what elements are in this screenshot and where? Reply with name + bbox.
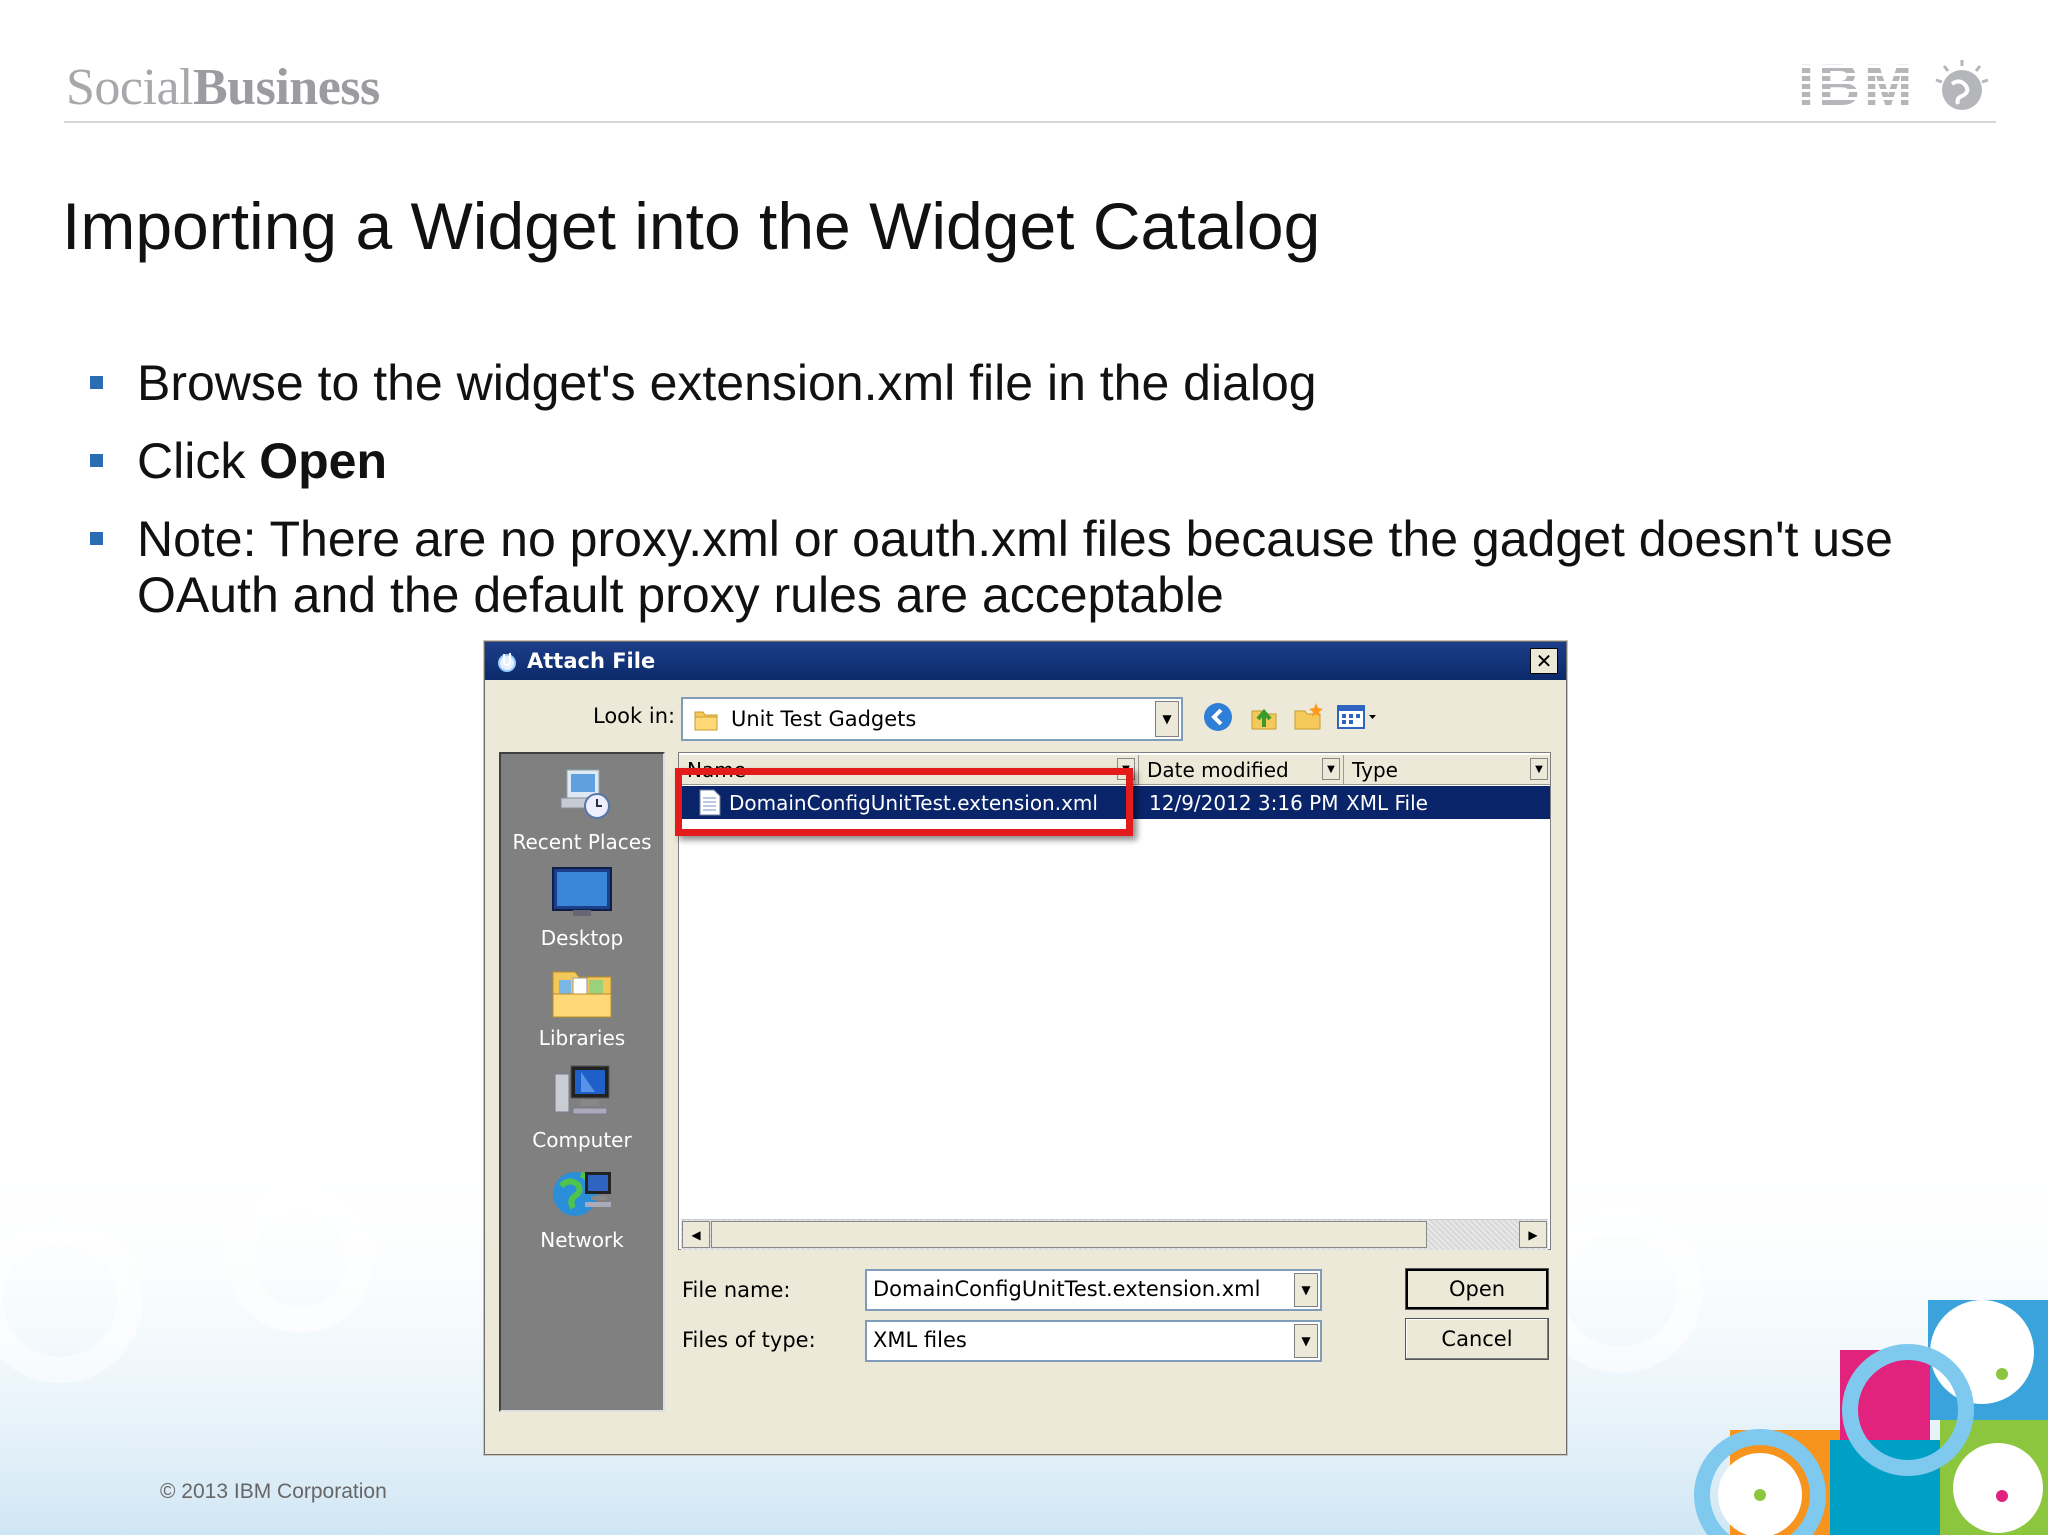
dropdown-arrow-icon[interactable]: ▼	[1294, 1324, 1318, 1358]
dialog-titlebar[interactable]: Attach File ✕	[485, 642, 1566, 680]
smarter-planet-icon	[1935, 59, 1989, 110]
place-libraries[interactable]: Libraries	[501, 964, 663, 1050]
computer-icon	[554, 1065, 610, 1115]
open-button[interactable]: Open	[1405, 1268, 1549, 1310]
ibm-wordmark: IBM	[1798, 53, 1917, 118]
bullet-bold-text: Open	[259, 433, 388, 489]
attach-file-dialog: Attach File ✕ Look in: Unit Test Gadgets…	[484, 641, 1567, 1455]
back-icon	[1204, 703, 1232, 731]
close-button[interactable]: ✕	[1530, 648, 1558, 674]
places-bar: Recent Places Desktop Libraries Computer…	[499, 752, 665, 1412]
new-folder-icon	[1294, 703, 1323, 730]
bullet-text: Browse to the widget's extension.xml fil…	[137, 355, 1317, 411]
bullet-item: Browse to the widget's extension.xml fil…	[88, 355, 1988, 411]
file-name-value: DomainConfigUnitTest.extension.xml	[873, 1277, 1261, 1301]
place-label: Libraries	[538, 1026, 626, 1050]
column-filter-icon[interactable]: ▼	[1322, 758, 1340, 780]
close-icon: ✕	[1535, 649, 1553, 673]
column-header-date[interactable]: Date modified ▼	[1139, 755, 1344, 785]
file-type-dropdown[interactable]: XML files ▼	[865, 1320, 1322, 1362]
cancel-button[interactable]: Cancel	[1405, 1318, 1549, 1360]
desktop-icon	[552, 867, 612, 916]
up-folder-button[interactable]	[1247, 700, 1281, 734]
view-menu-icon	[1337, 705, 1376, 729]
bullet-list: Browse to the widget's extension.xml fil…	[88, 355, 1988, 645]
file-type-value: XML files	[873, 1328, 967, 1352]
bullet-item: Note: There are no proxy.xml or oauth.xm…	[88, 511, 1988, 623]
place-label: Network	[540, 1228, 624, 1252]
place-label: Desktop	[540, 926, 624, 950]
back-button[interactable]	[1201, 700, 1235, 734]
attach-icon	[498, 653, 516, 672]
look-in-value: Unit Test Gadgets	[731, 707, 917, 731]
new-folder-button[interactable]	[1291, 700, 1325, 734]
scroll-left-icon[interactable]: ◀	[682, 1221, 710, 1248]
look-in-dropdown[interactable]: Unit Test Gadgets ▼	[681, 697, 1183, 741]
bullet-text: Click	[137, 433, 260, 489]
file-type-label: Files of type:	[682, 1328, 816, 1352]
dropdown-arrow-icon[interactable]: ▼	[1294, 1273, 1318, 1307]
network-icon	[553, 1171, 611, 1216]
column-header-type[interactable]: Type ▼	[1344, 755, 1550, 785]
brand-light-text: Social	[66, 59, 193, 116]
place-recent-places[interactable]: Recent Places	[501, 764, 663, 854]
bullet-square-icon	[90, 532, 103, 545]
column-filter-icon[interactable]: ▼	[1530, 758, 1548, 780]
dropdown-arrow-icon[interactable]: ▼	[1155, 701, 1179, 737]
up-folder-icon	[1251, 708, 1277, 730]
bullet-square-icon	[90, 376, 103, 389]
dialog-title: Attach File	[527, 649, 656, 673]
bullet-square-icon	[90, 454, 103, 467]
corner-decoration	[1694, 1300, 2048, 1535]
file-type: XML File	[1346, 791, 1428, 815]
bullet-text: Note: There are no proxy.xml or oauth.xm…	[137, 511, 1893, 623]
file-name-label: File name:	[682, 1278, 791, 1302]
slide-title: Importing a Widget into the Widget Catal…	[62, 189, 1321, 263]
scrollbar-thumb[interactable]	[711, 1221, 1427, 1248]
place-network[interactable]: Network	[501, 1164, 663, 1252]
copyright-text: © 2013 IBM Corporation	[160, 1480, 387, 1503]
file-name-field[interactable]: DomainConfigUnitTest.extension.xml ▼	[865, 1269, 1322, 1311]
view-menu-button[interactable]	[1335, 700, 1379, 734]
libraries-icon	[552, 971, 612, 1018]
column-header-label: Date modified	[1147, 758, 1289, 782]
horizontal-scrollbar[interactable]: ◀ ▶	[681, 1219, 1548, 1250]
brand-bold-text: Business	[192, 59, 380, 116]
file-date: 12/9/2012 3:16 PM	[1149, 791, 1339, 815]
column-header-label: Type	[1352, 758, 1398, 782]
look-in-label: Look in:	[593, 704, 676, 728]
brand-logo: SocialBusiness	[66, 58, 380, 117]
place-computer[interactable]: Computer	[501, 1064, 663, 1152]
highlight-box	[675, 768, 1133, 836]
folder-icon	[694, 711, 718, 731]
scroll-right-icon[interactable]: ▶	[1519, 1221, 1547, 1248]
place-label: Recent Places	[512, 830, 652, 854]
place-desktop[interactable]: Desktop	[501, 864, 663, 950]
ibm-logo: IBM	[1798, 52, 1990, 119]
recent-places-icon	[560, 769, 610, 819]
header-divider	[64, 121, 1996, 123]
bullet-item: Click Open	[88, 433, 1988, 489]
place-label: Computer	[532, 1128, 632, 1152]
